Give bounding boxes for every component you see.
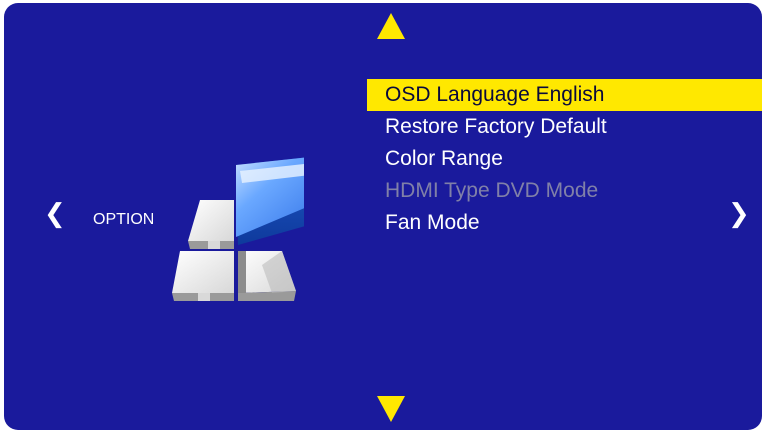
osd-menu-panel: ❮ OPTION OSD Language English Restore Fa… — [4, 3, 762, 430]
scroll-up-arrow-icon[interactable] — [377, 13, 405, 39]
menu-item-osd-language[interactable]: OSD Language English — [367, 79, 762, 111]
category-label: OPTION — [93, 211, 155, 228]
previous-category-chevron-icon[interactable]: ❮ — [44, 199, 66, 229]
next-category-chevron-icon[interactable]: ❯ — [728, 199, 750, 229]
scroll-down-arrow-icon[interactable] — [377, 396, 405, 422]
option-menu-list: OSD Language English Restore Factory Def… — [367, 79, 762, 239]
menu-item-fan-mode[interactable]: Fan Mode — [367, 207, 762, 239]
menu-item-restore-factory-default[interactable]: Restore Factory Default — [367, 111, 762, 143]
option-blocks-icon — [164, 153, 330, 308]
menu-item-color-range[interactable]: Color Range — [367, 143, 762, 175]
menu-item-hdmi-type: HDMI Type DVD Mode — [385, 179, 599, 202]
